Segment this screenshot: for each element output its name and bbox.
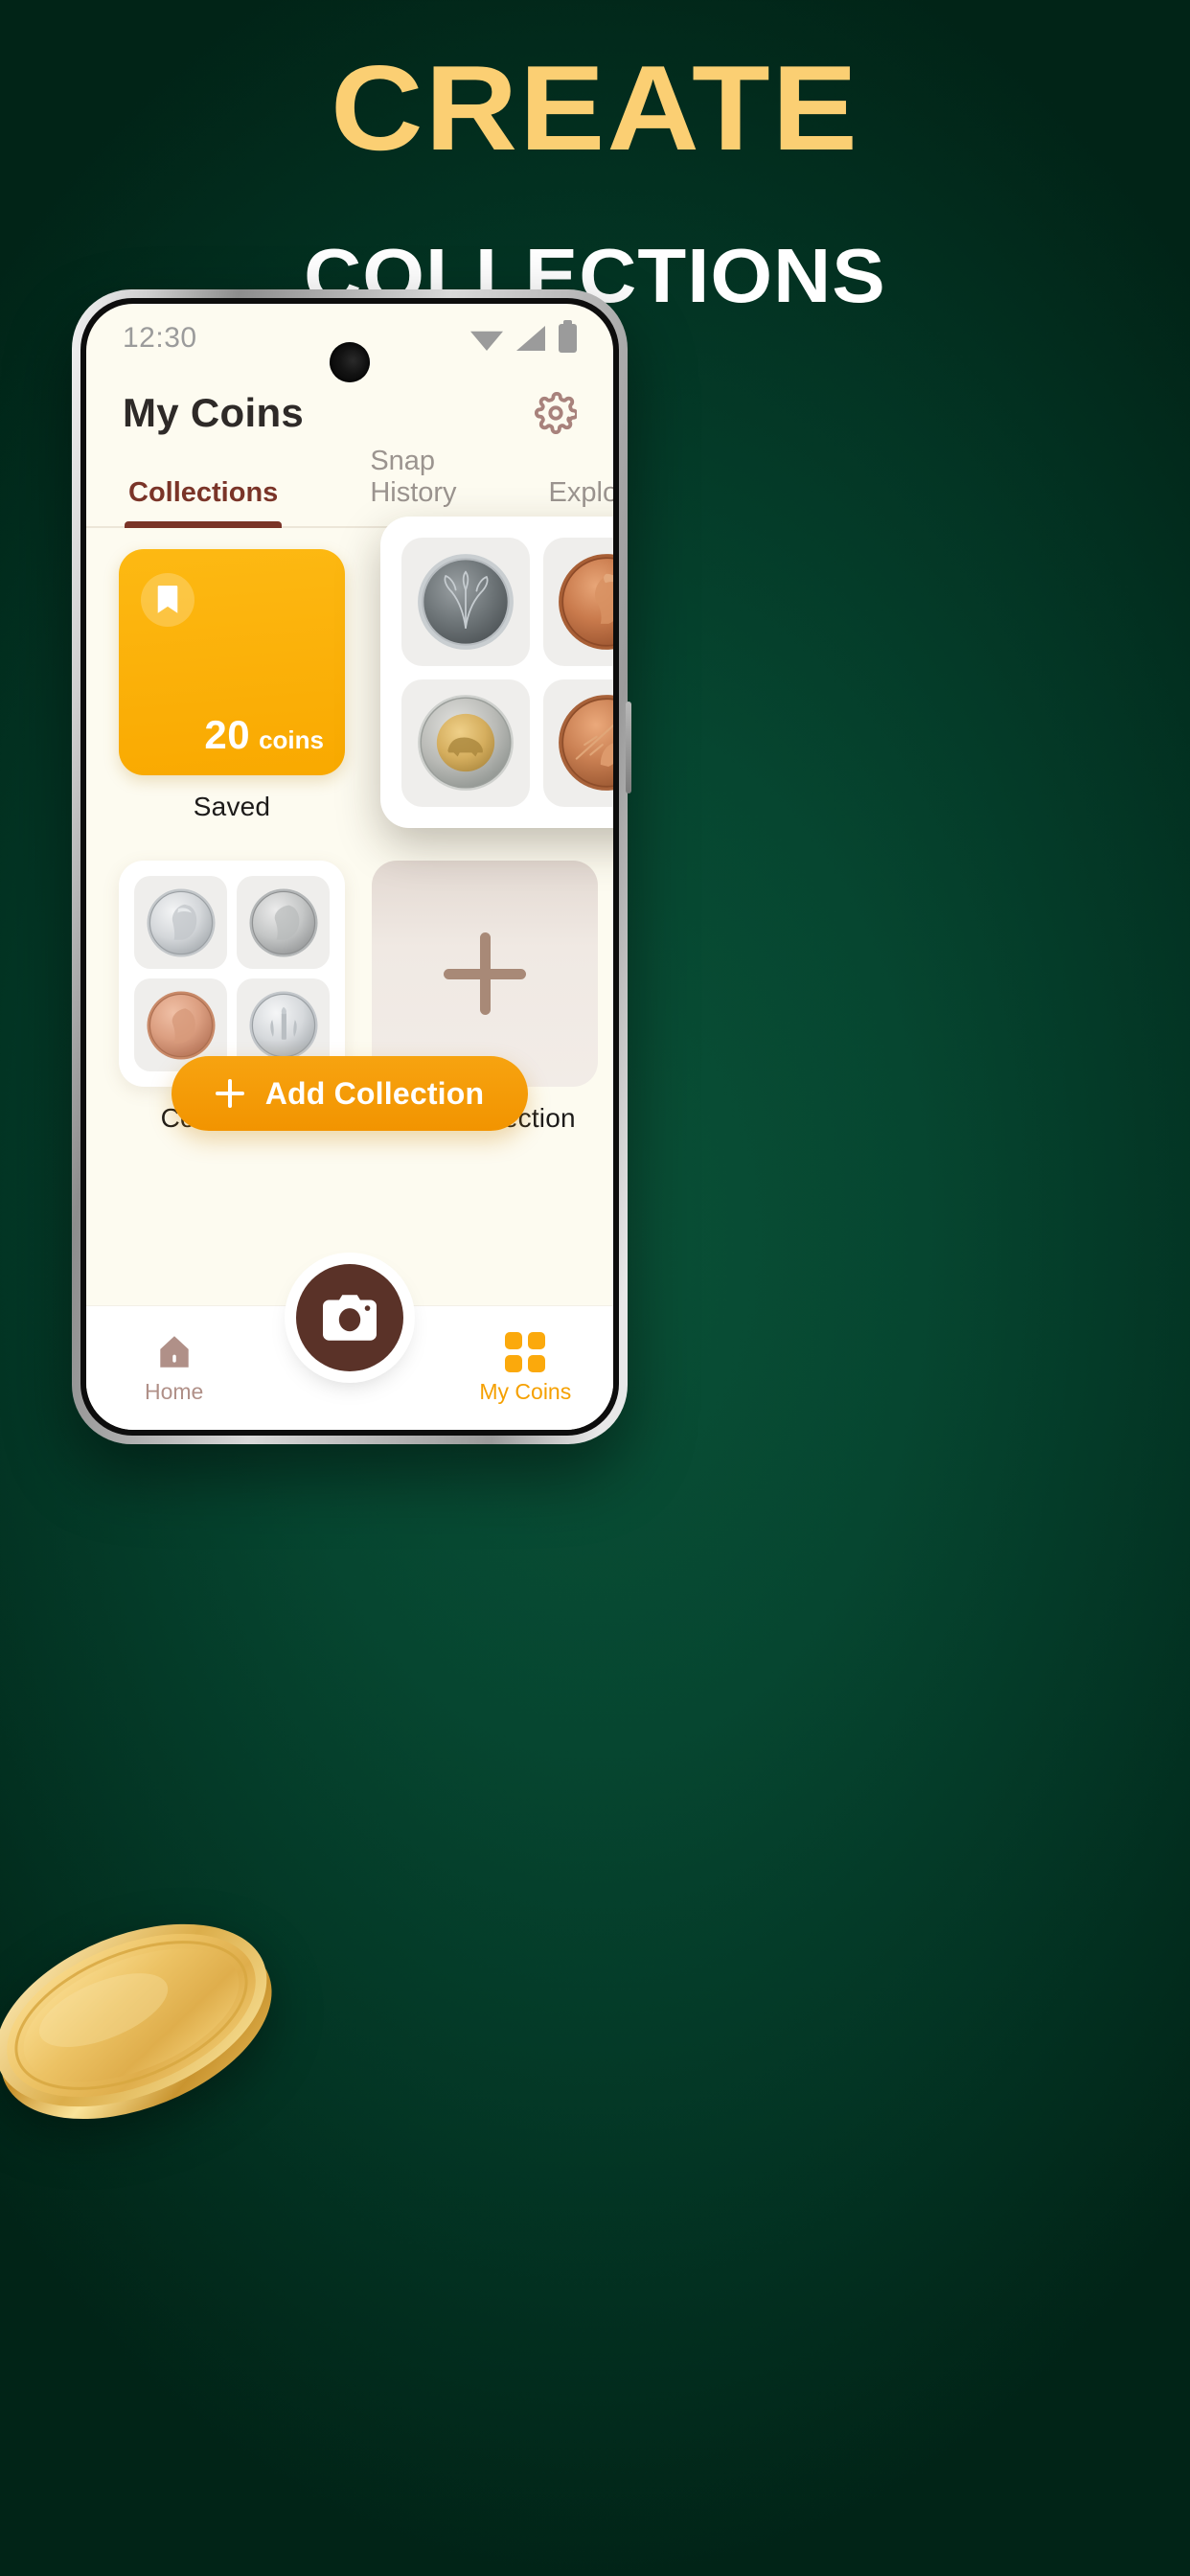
saved-tile[interactable]: 20 coins — [119, 549, 345, 775]
nav-label-home: Home — [144, 1378, 204, 1404]
page-title: My Coins — [123, 390, 305, 435]
bottom-navigation-bar: Home My Coins — [86, 1264, 613, 1430]
battery-icon — [559, 320, 577, 353]
add-collection-button[interactable]: Add Collection — [171, 1056, 529, 1131]
grid-icon — [505, 1331, 546, 1372]
coin-grid-tile[interactable] — [119, 861, 345, 1087]
status-bar-clock: 12:30 — [123, 322, 197, 354]
coin-thumbnail[interactable] — [401, 678, 530, 807]
nav-item-my-coins[interactable]: My Coins — [453, 1331, 597, 1405]
coin-thumbnail[interactable] — [134, 876, 227, 969]
add-collection-label: Add Collection — [264, 1075, 485, 1111]
status-bar-icons — [470, 320, 577, 353]
plus-icon — [444, 932, 526, 1015]
coin-thumbnail[interactable] — [237, 876, 330, 969]
phone-mockup: 12:30 My Coins Collections Snap History … — [72, 289, 631, 1444]
saved-coin-count: 20 coins — [204, 712, 324, 758]
camera-scan-button[interactable] — [296, 1264, 403, 1371]
phone-bezel: 12:30 My Coins Collections Snap History … — [80, 298, 619, 1436]
cellular-signal-icon — [516, 326, 545, 351]
tab-collections[interactable]: Collections — [124, 477, 283, 528]
front-camera-punch-hole — [330, 342, 370, 382]
collections-grid: 20 coins Saved Add Collection — [86, 517, 613, 1305]
floating-coin-preview-card[interactable] — [380, 517, 613, 828]
promo-headline-primary: CREATE — [331, 40, 859, 175]
coin-thumbnail[interactable] — [542, 538, 613, 666]
camera-icon — [323, 1295, 377, 1341]
status-bar: 12:30 — [86, 304, 613, 382]
gold-coin-decoration — [0, 1923, 272, 2120]
phone-screen: 12:30 My Coins Collections Snap History … — [86, 304, 613, 1430]
wifi-icon — [470, 331, 503, 351]
app-bar: My Coins — [86, 373, 613, 453]
nav-item-home[interactable]: Home — [103, 1332, 246, 1405]
coin-thumbnail[interactable] — [401, 538, 530, 666]
collection-card-saved[interactable]: 20 coins Saved — [119, 549, 345, 822]
collection-name: Saved — [193, 792, 271, 821]
new-collection-tile[interactable] — [372, 861, 598, 1087]
home-icon — [159, 1335, 189, 1368]
nav-label-my-coins: My Coins — [479, 1378, 572, 1404]
saved-count-unit: coins — [259, 725, 324, 754]
gear-icon[interactable] — [535, 392, 577, 434]
saved-count-number: 20 — [204, 712, 251, 757]
tab-snap-history[interactable]: Snap History — [370, 446, 456, 526]
phone-side-button — [626, 702, 631, 794]
bookmark-icon — [141, 573, 195, 627]
add-collection-button-wrap: Add Collection — [86, 1056, 613, 1131]
plus-icon — [215, 1079, 244, 1108]
coin-thumbnail[interactable] — [542, 678, 613, 807]
